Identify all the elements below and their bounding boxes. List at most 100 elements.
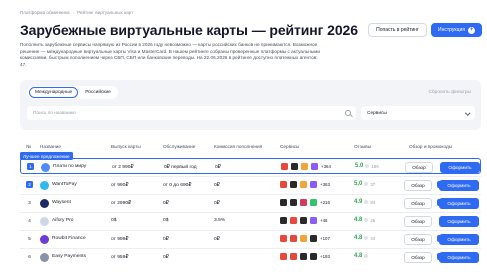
- header-reviews[interactable]: Отзывы: [354, 144, 371, 149]
- table-header: № Название Выпуск карты Обслуживание Ком…: [20, 141, 481, 153]
- header-issue[interactable]: Выпуск карты: [111, 144, 141, 149]
- topup-fee: 0₽: [214, 201, 220, 206]
- table-row[interactable]: 6 Easy Payments от 959₽ 0₽ +193 4.8 Обзор Оформ…: [20, 248, 481, 264]
- rating: 4.9 84: [354, 199, 375, 205]
- table-row[interactable]: 2 WantToPay от 990₽ от 0 до 690₽ 0₽ +363 5.0 37…: [20, 176, 481, 192]
- page-title: Зарубежные виртуальные карты — рейтинг 2…: [20, 22, 358, 38]
- plus-icon: +: [467, 26, 475, 34]
- header-service[interactable]: Обслуживание: [163, 144, 195, 149]
- search-input[interactable]: Поиск по названию: [27, 106, 356, 120]
- table-row[interactable]: 5 Rowbit Finance от 999₽ 0₽ 0₽ +107 4.8 44 Обзор…: [20, 230, 481, 246]
- rating: 5.0 37: [354, 181, 375, 187]
- provider-logo-icon: [40, 216, 49, 226]
- provider-name[interactable]: WantToPay: [52, 182, 77, 187]
- rating-score: 4.8: [354, 235, 363, 241]
- table-row[interactable]: 4 Aifory Pro 0$ 0$ 3.5% +46 4.8 26 Обзор Оформить: [20, 212, 481, 228]
- review-count: 44: [370, 235, 376, 241]
- rating-score: 5.0: [354, 181, 363, 187]
- rating-score: 4.9: [354, 199, 363, 205]
- services-more-count[interactable]: +216: [320, 200, 330, 205]
- topup-fee: 0₽: [214, 183, 220, 188]
- services-list: +216: [280, 199, 330, 206]
- order-button[interactable]: Оформить: [440, 161, 480, 173]
- order-button[interactable]: Оформить: [439, 215, 479, 227]
- provider-logo-icon: [40, 180, 49, 190]
- service-icon: [310, 235, 317, 242]
- provider-name[interactable]: Waysent: [52, 200, 71, 205]
- page-description: Пополнить зарубежные сервисы напрямую из…: [20, 42, 320, 67]
- service-icon: [301, 163, 308, 170]
- table-row[interactable]: 3 Waysent от 2990₽ 0₽ 0₽ +216 4.9 84 Обзор Оформи…: [20, 194, 481, 210]
- issue-cost: 0$: [111, 218, 117, 223]
- review-button[interactable]: Обзор: [405, 161, 433, 173]
- filter-panel: Международные Российские Сбросить фильтр…: [20, 80, 481, 130]
- issue-cost: от 999₽: [111, 237, 129, 242]
- table-row[interactable]: 1 Плати по миру от 2 990₽ 0₽ первый год 0₽ +3…: [20, 158, 481, 174]
- issue-cost: от 2990₽: [111, 201, 132, 206]
- service-icon: [290, 181, 297, 188]
- service-icon: [300, 181, 307, 188]
- service-icon: [300, 217, 307, 224]
- provider-name[interactable]: Easy Payments: [52, 254, 86, 259]
- review-button[interactable]: Обзор: [404, 215, 432, 227]
- search-icon: [345, 109, 351, 116]
- tab-international[interactable]: Международные: [29, 87, 79, 98]
- review-button[interactable]: Обзор: [404, 233, 432, 245]
- services-select[interactable]: Сервисы: [361, 106, 475, 120]
- services-more-count[interactable]: +363: [320, 182, 330, 187]
- provider-logo-icon: [40, 234, 49, 244]
- review-bubble-icon: [364, 200, 369, 204]
- services-list: +363: [280, 181, 330, 188]
- services-more-count[interactable]: +107: [320, 236, 330, 241]
- guide-button[interactable]: Инструкция +: [431, 23, 482, 37]
- services-list: +193: [280, 253, 330, 260]
- service-icon: [300, 253, 307, 260]
- review-button[interactable]: Обзор: [404, 197, 432, 209]
- best-offer-badge: Лучшее предложение: [20, 152, 73, 160]
- service-icon: [281, 163, 288, 170]
- services-more-count[interactable]: +364: [321, 164, 331, 169]
- provider-logo-icon: [40, 198, 49, 208]
- review-button[interactable]: Обзор: [404, 251, 432, 263]
- service-icon: [280, 253, 287, 260]
- provider-name[interactable]: Aifory Pro: [52, 218, 73, 223]
- review-bubble-icon: [365, 164, 370, 168]
- service-icon: [280, 217, 287, 224]
- header-number: №: [26, 144, 32, 149]
- services-more-count[interactable]: +46: [320, 218, 327, 223]
- review-count: 37: [370, 181, 376, 187]
- service-icon: [290, 253, 297, 260]
- reset-filters-link[interactable]: Сбросить фильтры: [428, 90, 471, 95]
- topup-fee: 0₽: [214, 237, 220, 242]
- breadcrumb-separator: ›: [72, 10, 75, 15]
- review-button[interactable]: Обзор: [404, 179, 432, 191]
- provider-name[interactable]: Плати по миру: [53, 164, 86, 169]
- order-button[interactable]: Оформить: [439, 179, 479, 191]
- service-cost: 0₽ первый год: [164, 165, 197, 170]
- service-icon: [310, 253, 317, 260]
- order-button[interactable]: Оформить: [439, 233, 479, 245]
- services-more-count[interactable]: +193: [320, 254, 330, 259]
- service-icon: [310, 181, 317, 188]
- row-number: 3: [28, 200, 31, 205]
- region-toggle: Международные Российские: [27, 86, 118, 99]
- row-number: 6: [28, 254, 31, 259]
- provider-name[interactable]: Rowbit Finance: [52, 236, 86, 241]
- header-name[interactable]: Название: [40, 144, 61, 149]
- breadcrumb-home[interactable]: Платформа обменника: [20, 10, 70, 15]
- order-button[interactable]: Оформить: [439, 251, 479, 263]
- rating: 4.8: [354, 253, 370, 259]
- services-select-label: Сервисы: [367, 110, 387, 116]
- service-icon: [280, 199, 287, 206]
- tab-russian[interactable]: Российские: [80, 88, 116, 97]
- service-icon: [291, 163, 298, 170]
- add-to-rating-button[interactable]: Попасть в рейтинг: [368, 23, 427, 37]
- service-icon: [300, 199, 307, 206]
- order-button[interactable]: Оформить: [439, 197, 479, 209]
- issue-cost: от 959₽: [111, 255, 129, 260]
- review-count: 26: [370, 217, 376, 223]
- header-topup[interactable]: Комиссия пополнения: [214, 144, 262, 149]
- rating-score: 4.8: [354, 253, 363, 259]
- row-number: 4: [28, 218, 31, 223]
- provider-logo-icon: [41, 162, 50, 172]
